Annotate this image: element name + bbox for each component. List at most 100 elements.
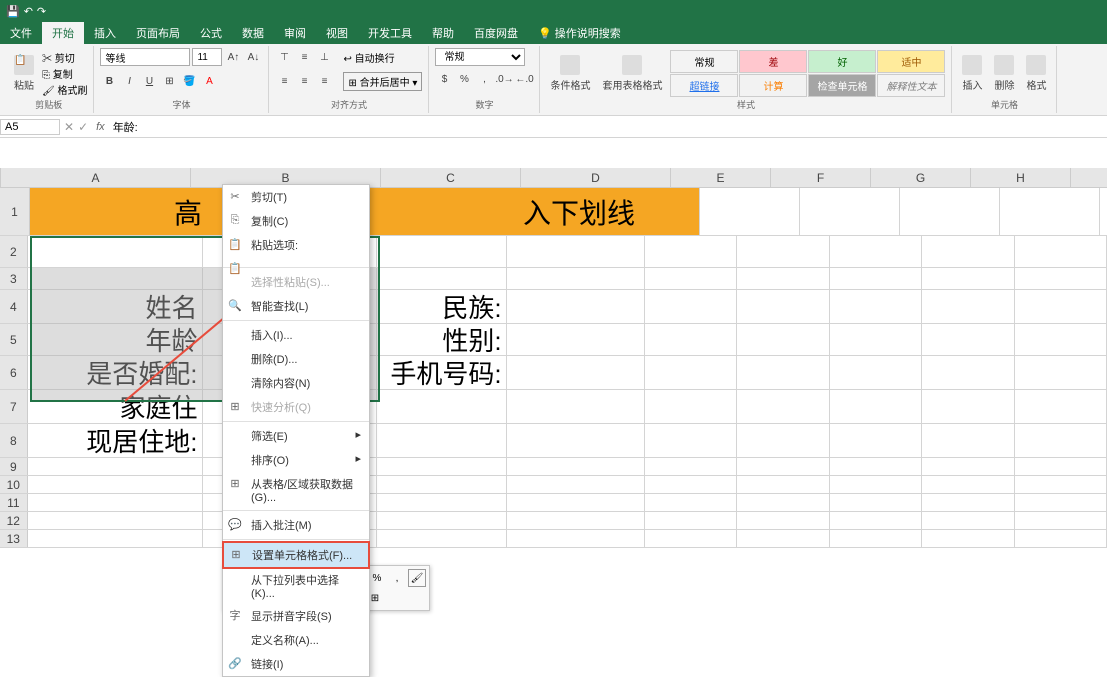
- cell-I8[interactable]: [1015, 424, 1107, 457]
- cell-C13[interactable]: [377, 530, 506, 547]
- copy-button[interactable]: ⎘ 复制: [42, 66, 87, 81]
- cell-C10[interactable]: [377, 476, 506, 493]
- cell-C11[interactable]: [377, 494, 506, 511]
- context-menu-item-8[interactable]: 清除内容(N): [223, 371, 369, 395]
- cell-E13[interactable]: [645, 530, 737, 547]
- cell-G5[interactable]: [830, 324, 922, 355]
- name-box[interactable]: [0, 119, 60, 135]
- cell-F13[interactable]: [737, 530, 829, 547]
- cell-G12[interactable]: [830, 512, 922, 529]
- tab-file[interactable]: 文件: [0, 22, 42, 44]
- tab-help[interactable]: 帮助: [422, 22, 464, 44]
- increase-font-icon[interactable]: A↑: [224, 48, 242, 66]
- col-header-F[interactable]: F: [771, 168, 871, 187]
- col-header-E[interactable]: E: [671, 168, 771, 187]
- tab-view[interactable]: 视图: [316, 22, 358, 44]
- fill-color-button[interactable]: 🪣: [180, 72, 198, 90]
- style-good[interactable]: 好: [808, 50, 876, 73]
- tab-tell[interactable]: 💡 操作说明搜索: [528, 22, 631, 44]
- cell-A5[interactable]: 年龄: [28, 324, 203, 355]
- row-header-3[interactable]: 3: [0, 268, 28, 289]
- row-header-13[interactable]: 13: [0, 530, 28, 547]
- row-header-4[interactable]: 4: [0, 290, 28, 323]
- align-bottom-icon[interactable]: ⊥: [315, 48, 333, 66]
- col-header-H[interactable]: H: [971, 168, 1071, 187]
- cell-F3[interactable]: [737, 268, 829, 289]
- context-menu-item-5[interactable]: 🔍智能查找(L): [223, 294, 369, 318]
- cell-I10[interactable]: [1015, 476, 1107, 493]
- cell-F12[interactable]: [737, 512, 829, 529]
- cell-C2[interactable]: [377, 236, 506, 267]
- row-header-7[interactable]: 7: [0, 390, 28, 423]
- cell-F4[interactable]: [737, 290, 829, 323]
- decrease-font-icon[interactable]: A↓: [244, 48, 262, 66]
- cell-I1[interactable]: [1000, 188, 1100, 235]
- cell-D2[interactable]: [507, 236, 645, 267]
- cut-button[interactable]: ✂ 剪切: [42, 50, 87, 65]
- row-header-2[interactable]: 2: [0, 236, 28, 267]
- row-header-1[interactable]: 1: [0, 188, 30, 235]
- context-menu-item-16[interactable]: 字显示拼音字段(S): [223, 604, 369, 628]
- cell-C5[interactable]: 性别:: [377, 324, 506, 355]
- tab-data[interactable]: 数据: [232, 22, 274, 44]
- cell-A3[interactable]: [28, 268, 203, 289]
- cell-G7[interactable]: [830, 390, 922, 423]
- formula-bar[interactable]: [109, 120, 1107, 134]
- cell-C6[interactable]: 手机号码:: [377, 356, 506, 389]
- cell-I13[interactable]: [1015, 530, 1107, 547]
- table-format-button[interactable]: 套用表格格式: [598, 53, 666, 94]
- insert-cells-button[interactable]: 插入: [958, 53, 986, 94]
- align-right-icon[interactable]: ≡: [315, 73, 333, 91]
- italic-button[interactable]: I: [120, 72, 138, 90]
- context-menu-item-7[interactable]: 删除(D)...: [223, 347, 369, 371]
- row-header-11[interactable]: 11: [0, 494, 28, 511]
- row-header-9[interactable]: 9: [0, 458, 28, 475]
- number-format-select[interactable]: 常规: [435, 48, 525, 66]
- cell-F9[interactable]: [737, 458, 829, 475]
- cell-D7[interactable]: [507, 390, 645, 423]
- cell-A2[interactable]: [28, 236, 203, 267]
- cell-E6[interactable]: [645, 356, 737, 389]
- row-header-10[interactable]: 10: [0, 476, 28, 493]
- style-normal[interactable]: 常规: [670, 50, 738, 73]
- align-top-icon[interactable]: ⊤: [275, 48, 293, 66]
- cell-G1[interactable]: [800, 188, 900, 235]
- cell-A11[interactable]: [28, 494, 203, 511]
- context-menu-item-14[interactable]: ⊞设置单元格格式(F)...: [222, 541, 370, 569]
- context-menu-item-6[interactable]: 插入(I)...: [223, 323, 369, 347]
- comma-icon[interactable]: ,: [475, 70, 493, 88]
- cell-C12[interactable]: [377, 512, 506, 529]
- context-menu-item-15[interactable]: 从下拉列表中选择(K)...: [223, 568, 369, 604]
- cell-E9[interactable]: [645, 458, 737, 475]
- border-button[interactable]: ⊞: [160, 72, 178, 90]
- cell-H9[interactable]: [922, 458, 1014, 475]
- context-menu-item-11[interactable]: 排序(O)▸: [223, 448, 369, 472]
- mini-percent-icon[interactable]: %: [368, 569, 386, 587]
- cell-C9[interactable]: [377, 458, 506, 475]
- save-icon[interactable]: 💾: [6, 5, 20, 18]
- enter-icon[interactable]: ✓: [78, 120, 88, 134]
- tab-pagelayout[interactable]: 页面布局: [126, 22, 190, 44]
- context-menu-item-17[interactable]: 定义名称(A)...: [223, 628, 369, 652]
- undo-icon[interactable]: ↶: [24, 5, 33, 18]
- cell-E5[interactable]: [645, 324, 737, 355]
- cell-H7[interactable]: [922, 390, 1014, 423]
- context-menu-item-18[interactable]: 🔗链接(I): [223, 652, 369, 676]
- cell-F7[interactable]: [737, 390, 829, 423]
- cell-A6[interactable]: 是否婚配:: [28, 356, 203, 389]
- cell-H3[interactable]: [922, 268, 1014, 289]
- style-bad[interactable]: 差: [739, 50, 807, 73]
- cell-F1[interactable]: [700, 188, 800, 235]
- cell-H11[interactable]: [922, 494, 1014, 511]
- context-menu-item-1[interactable]: ⎘复制(C): [223, 209, 369, 233]
- style-link[interactable]: 超链接: [670, 74, 738, 97]
- cell-F5[interactable]: [737, 324, 829, 355]
- cell-H6[interactable]: [922, 356, 1014, 389]
- row-header-12[interactable]: 12: [0, 512, 28, 529]
- cell-F10[interactable]: [737, 476, 829, 493]
- cell-H5[interactable]: [922, 324, 1014, 355]
- font-size-select[interactable]: [192, 48, 222, 66]
- cell-G2[interactable]: [830, 236, 922, 267]
- context-menu-item-0[interactable]: ✂剪切(T): [223, 185, 369, 209]
- col-header-C[interactable]: C: [381, 168, 521, 187]
